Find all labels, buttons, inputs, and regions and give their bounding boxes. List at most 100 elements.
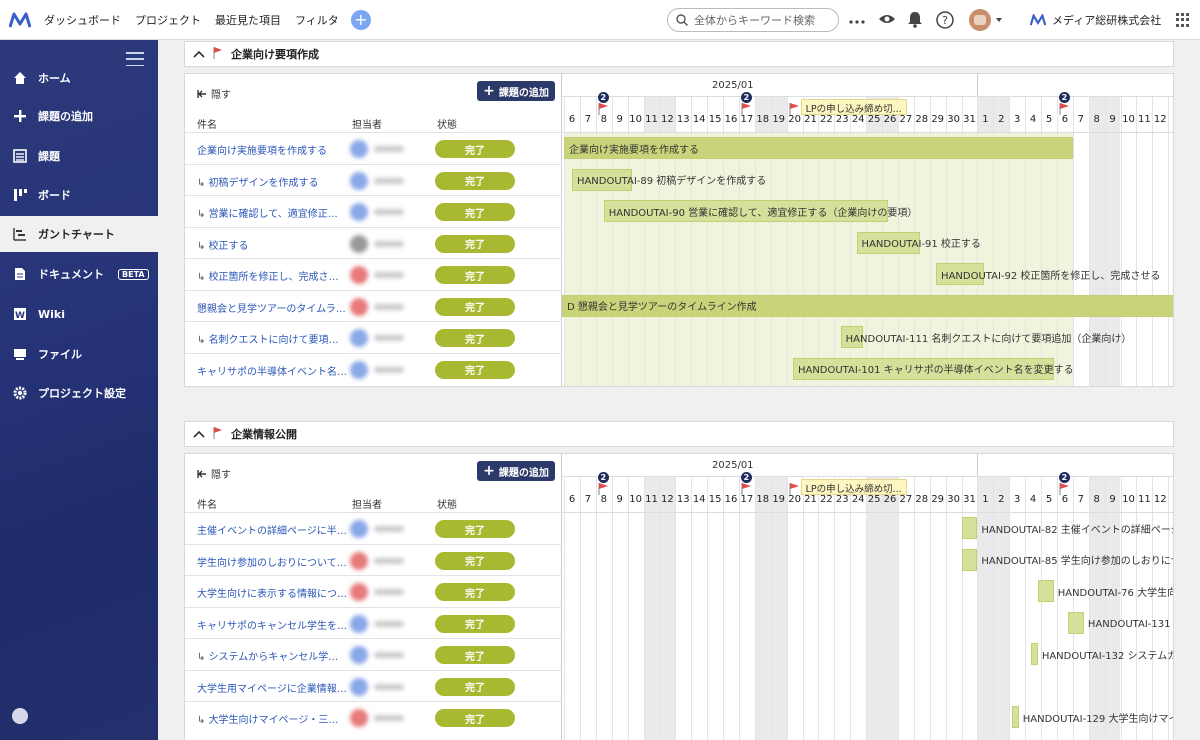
task-row[interactable]: 営業に確認して、適宜修正する（企業向けの要項） 完了: [185, 195, 562, 227]
user-avatar[interactable]: [968, 8, 1004, 35]
sidebar-item[interactable]: ドキュメント BETA: [0, 256, 158, 292]
search-box[interactable]: [667, 8, 839, 32]
task-bar[interactable]: HANDOUTAI-101 キャリサポの半導体イベント名を変更する: [792, 357, 1074, 380]
assignee[interactable]: [350, 520, 412, 538]
bell-icon[interactable]: [907, 11, 923, 31]
status-badge[interactable]: 完了: [435, 266, 515, 284]
task-row[interactable]: 名刺クエストに向けて要項追加（企業向け） 完了: [185, 321, 562, 353]
task-name-link[interactable]: 初稿デザインを作成する: [197, 174, 347, 189]
add-task-button[interactable]: + 課題の追加: [477, 81, 555, 101]
task-row[interactable]: 校正する 完了: [185, 226, 562, 259]
task-bar[interactable]: HANDOUTAI-91 校正する: [856, 231, 981, 254]
sidebar-item[interactable]: ファイル: [0, 336, 158, 372]
milestone-flag-icon[interactable]: [1059, 483, 1071, 507]
status-badge[interactable]: 完了: [435, 583, 515, 601]
milestone-flag-icon[interactable]: [741, 103, 753, 127]
milestone-count-badge[interactable]: 2: [1058, 472, 1070, 483]
assignee[interactable]: [350, 551, 412, 570]
app-logo[interactable]: [0, 0, 40, 40]
status-badge[interactable]: 完了: [435, 709, 515, 727]
assignee[interactable]: [350, 171, 412, 190]
task-bar[interactable]: HANDOUTAI-89 初稿デザインを作成する: [571, 168, 766, 191]
task-name-link[interactable]: 校正箇所を修正し、完成させる: [197, 268, 347, 283]
top-nav-item[interactable]: フィルタ: [295, 12, 339, 28]
task-bar[interactable]: HANDOUTAI-90 営業に確認して、適宜修正する（企業向けの要項）: [603, 200, 917, 222]
task-bar[interactable]: D 懇親会と見学ツアーのタイムライン作成: [562, 294, 1173, 317]
sidebar-item[interactable]: 課題: [0, 138, 158, 174]
task-name-link[interactable]: 懇親会と見学ツアーのタイムライン作成: [197, 300, 347, 315]
assignee[interactable]: [350, 583, 412, 601]
milestone-count-badge[interactable]: 2: [740, 92, 752, 103]
milestone-flag-icon[interactable]: [788, 103, 801, 127]
more-icon[interactable]: [849, 14, 865, 27]
task-row[interactable]: 懇親会と見学ツアーのタイムライン作成 完了: [185, 289, 562, 322]
assignee[interactable]: [350, 677, 412, 696]
milestone-count-badge[interactable]: 2: [597, 472, 609, 483]
task-name-link[interactable]: キャリサポの半導体イベント名を変更する: [197, 363, 347, 378]
top-nav-item[interactable]: ダッシュボード: [44, 12, 121, 28]
gantt-section-header[interactable]: 企業向け要項作成: [184, 41, 1174, 67]
task-name-link[interactable]: 校正する: [197, 237, 347, 252]
status-badge[interactable]: 完了: [435, 140, 515, 158]
status-badge[interactable]: 完了: [435, 203, 515, 221]
assignee[interactable]: [350, 709, 412, 727]
apps-grid-icon[interactable]: [1176, 13, 1190, 27]
search-input[interactable]: [694, 13, 834, 27]
milestone-flag-icon[interactable]: [788, 483, 801, 507]
sidebar-item[interactable]: W Wiki: [0, 296, 158, 332]
task-row[interactable]: 学生向け参加のしおりについて企業情報を記載 完了: [185, 543, 562, 576]
task-name-link[interactable]: キャリサポのキャンセル学生を確認: [197, 617, 347, 632]
assignee[interactable]: [350, 266, 412, 284]
task-row[interactable]: 初稿デザインを作成する 完了: [185, 163, 562, 196]
status-badge[interactable]: 完了: [435, 171, 515, 190]
sidebar-item[interactable]: ガントチャート: [0, 216, 158, 252]
milestone-flag-icon[interactable]: [741, 483, 753, 507]
task-name-link[interactable]: 大学生向けマイページ・三菱電機: [197, 711, 347, 726]
status-badge[interactable]: 完了: [435, 234, 515, 253]
eye-icon[interactable]: [878, 12, 896, 29]
status-badge[interactable]: 完了: [435, 614, 515, 633]
status-badge[interactable]: 完了: [435, 551, 515, 570]
task-row[interactable]: システムからキャンセル学生を削除 完了: [185, 638, 562, 670]
task-bar[interactable]: [961, 517, 978, 539]
milestone-flag-icon[interactable]: [598, 103, 610, 127]
status-badge[interactable]: 完了: [435, 677, 515, 696]
assignee[interactable]: [350, 360, 412, 379]
task-row[interactable]: 企業向け実施要項を作成する 完了: [185, 132, 562, 164]
sidebar-item[interactable]: ボード: [0, 177, 158, 213]
task-row[interactable]: キャリサポのキャンセル学生を確認 完了: [185, 606, 562, 639]
task-row[interactable]: 大学生向けに表示する情報について確認 完了: [185, 575, 562, 607]
milestone-label[interactable]: LPの申し込み締め切...: [800, 99, 907, 115]
task-bar[interactable]: HANDOUTAI-111 名刺クエストに向けて要項追加（企業向け）: [840, 326, 1131, 348]
status-badge[interactable]: 完了: [435, 329, 515, 347]
status-badge[interactable]: 完了: [435, 297, 515, 316]
task-bar[interactable]: [1068, 611, 1084, 634]
task-row[interactable]: 主催イベントの詳細ページに半導体企業を掲載 完了: [185, 512, 562, 544]
task-row[interactable]: 大学生向けマイページ・三菱電機 完了: [185, 701, 562, 733]
hide-list-button[interactable]: 隠す: [197, 86, 231, 101]
assignee[interactable]: [350, 646, 412, 664]
sidebar-item[interactable]: 課題の追加: [0, 98, 158, 134]
task-bar[interactable]: [961, 548, 978, 571]
milestone-count-badge[interactable]: 2: [597, 92, 609, 103]
assignee[interactable]: [350, 297, 412, 316]
collapse-chevron-icon[interactable]: [193, 428, 205, 440]
task-name-link[interactable]: 大学生向けに表示する情報について確認: [197, 585, 347, 600]
task-name-link[interactable]: 名刺クエストに向けて要項追加（企業向け）: [197, 331, 347, 346]
assignee[interactable]: [350, 234, 412, 253]
global-add-button[interactable]: +: [350, 9, 371, 30]
assignee[interactable]: [350, 203, 412, 221]
assignee[interactable]: [350, 614, 412, 633]
task-row[interactable]: 校正箇所を修正し、完成させる 完了: [185, 258, 562, 290]
task-bar[interactable]: 企業向け実施要項を作成する: [564, 137, 1073, 159]
milestone-count-badge[interactable]: 2: [740, 472, 752, 483]
help-icon[interactable]: ?: [936, 11, 954, 32]
sidebar-item[interactable]: プロジェクト設定: [0, 375, 158, 411]
task-bar[interactable]: [1012, 706, 1019, 728]
task-row[interactable]: 大学生用マイページに企業情報を掲載 完了: [185, 669, 562, 702]
status-badge[interactable]: 完了: [435, 360, 515, 379]
milestone-flag-icon[interactable]: [1059, 103, 1071, 127]
task-name-link[interactable]: 企業向け実施要項を作成する: [197, 142, 347, 157]
milestone-count-badge[interactable]: 2: [1058, 92, 1070, 103]
organization[interactable]: メディア総研株式会社: [1030, 12, 1161, 28]
